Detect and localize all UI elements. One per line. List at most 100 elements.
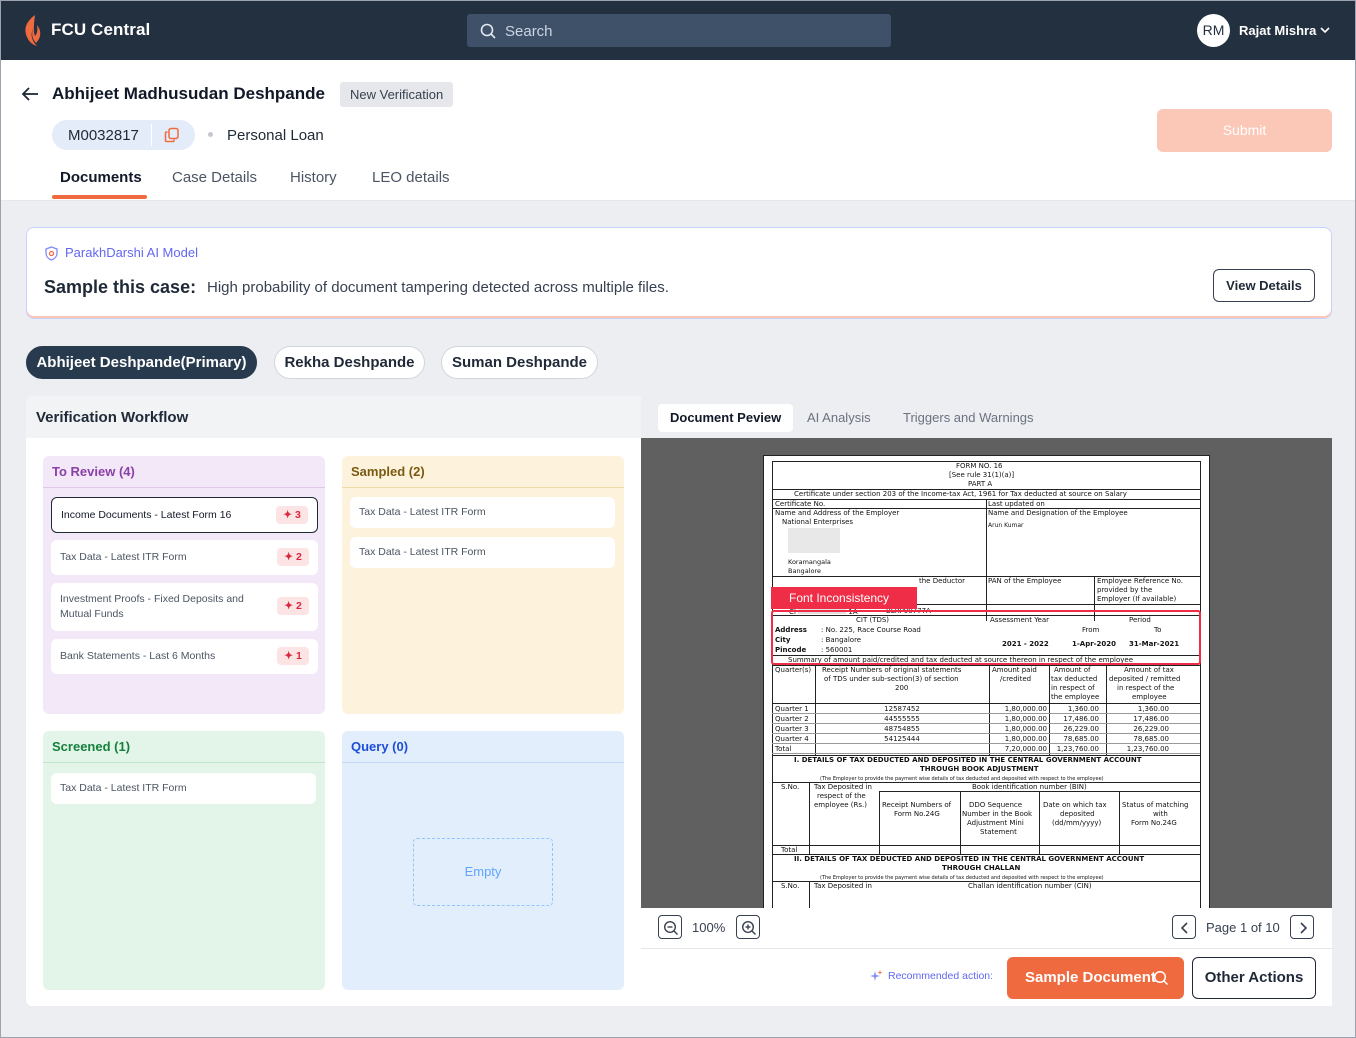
preview-tab-bar: Document Peview AI Analysis Triggers and… [641, 396, 1332, 438]
form-sno2: S.No. [781, 882, 800, 890]
form-bin-c4c: Form No.24G [1131, 819, 1177, 827]
form-bin-c4b: with [1153, 810, 1168, 818]
form-cell: 78,685.00 [1063, 735, 1099, 743]
list-item[interactable]: Tax Data - Latest ITR Form [350, 497, 615, 528]
divider [151, 124, 152, 146]
copy-icon[interactable] [164, 127, 180, 143]
form-cert-no: Certificate No. [775, 500, 826, 508]
badge-count: 2 [295, 600, 302, 612]
card-label: Tax Data - Latest ITR Form [359, 506, 486, 518]
form-tax-dep-b: Tax Deposited in [814, 882, 872, 890]
form-col-amount: Amount paid [992, 666, 1037, 674]
form-cell: 17,486.00 [1063, 715, 1099, 723]
form-col-deposited3: in respect of the [1117, 684, 1175, 692]
form16-page: FORM NO. 16 [See rule 31(1)(a)] PART A C… [763, 455, 1210, 908]
form-col-taxded4: the employee [1051, 693, 1100, 701]
form-cell: 48754855 [884, 725, 920, 733]
form-cell: 54125444 [884, 735, 920, 743]
list-item[interactable]: Bank Statements - Last 6 Months ✦ 1 [51, 639, 318, 674]
zoom-in-icon [741, 920, 756, 935]
form-col-deposited2: deposited / remitted [1109, 675, 1181, 683]
badge-count: 2 [295, 551, 302, 563]
form-cell: Total [775, 745, 792, 753]
list-item[interactable]: Tax Data - Latest ITR Form ✦ 2 [51, 540, 318, 575]
tab-document-preview[interactable]: Document Peview [658, 404, 794, 432]
tab-history[interactable]: History [290, 169, 337, 186]
tab-case-details[interactable]: Case Details [172, 169, 257, 186]
form-bin-c3: Date on which tax [1043, 801, 1107, 809]
zoom-out-button[interactable] [658, 915, 682, 939]
recommended-action-label: Recommended action: [888, 970, 994, 982]
form-col-taxded: Amount of [1054, 666, 1091, 674]
prev-page-button[interactable] [1172, 915, 1196, 939]
form-total: Total [781, 846, 798, 854]
column-title: To Review (4) [43, 456, 325, 488]
app-window: FCU Central Search RM Rajat Mishra Abhij… [0, 0, 1356, 1038]
form-deductor-partial: the Deductor [919, 577, 966, 585]
form-col-taxded3: in respect of [1051, 684, 1095, 692]
applicant-tab-primary[interactable]: Abhijeet Deshpande(Primary) [26, 346, 257, 379]
page-title: Abhijeet Madhusudan Deshpande [52, 84, 325, 103]
form-bin-c3b: deposited [1060, 810, 1095, 818]
status-badge: New Verification [340, 82, 454, 107]
card-label: Tax Data - Latest ITR Form [60, 551, 187, 563]
workflow-title: Verification Workflow [36, 409, 189, 426]
ai-shield-icon [45, 246, 58, 261]
avatar[interactable]: RM [1197, 14, 1230, 47]
form-col-amount2: /credited [1000, 675, 1032, 683]
form-cell: 1,80,000.00 [1004, 715, 1047, 723]
sparkle-icon [870, 970, 883, 981]
form-cell: 26,229.00 [1133, 725, 1169, 733]
form-last-updated: Last updated on [988, 500, 1045, 508]
other-actions-button[interactable]: Other Actions [1192, 957, 1316, 999]
applicant-tab-suman[interactable]: Suman Deshpande [441, 346, 598, 379]
tab-leo-details[interactable]: LEO details [372, 169, 450, 186]
form-cell: 1,360.00 [1137, 705, 1169, 713]
document-viewer[interactable]: FORM NO. 16 [See rule 31(1)(a)] PART A C… [641, 438, 1332, 908]
zoom-in-button[interactable] [736, 915, 760, 939]
submit-button[interactable]: Submit [1157, 109, 1332, 152]
sparkle-icon: ✦ [284, 551, 296, 563]
form-tax-dep2: respect of the [817, 792, 866, 800]
font-inconsistency-flag[interactable]: Font Inconsistency [771, 587, 917, 609]
form-certificate: Certificate under section 203 of the Inc… [794, 490, 1127, 498]
form-cell: 1,360.00 [1067, 705, 1099, 713]
form-col-deposited: Amount of tax [1124, 666, 1174, 674]
form-cell: 7,20,000.00 [1004, 745, 1047, 753]
tab-ai-analysis[interactable]: AI Analysis [795, 404, 883, 432]
form-col-receipt3: 200 [895, 684, 909, 692]
card-label-line2: Mutual Funds [60, 608, 124, 620]
form-emp-ref3: Employer (If available) [1097, 595, 1177, 603]
list-item[interactable]: Tax Data - Latest ITR Form [51, 773, 316, 804]
back-arrow-icon[interactable] [21, 86, 39, 102]
chevron-down-icon[interactable] [1320, 26, 1330, 34]
tab-documents[interactable]: Documents [60, 169, 142, 186]
search-input[interactable]: Search [467, 14, 891, 47]
form-bin: Book identification number (BIN) [972, 783, 1087, 791]
form-section1: I. DETAILS OF TAX DEDUCTED AND DEPOSITED… [794, 756, 1142, 764]
form-part: PART A [968, 480, 993, 488]
form-bin-c1: Receipt Numbers of [882, 801, 952, 809]
list-item[interactable]: Tax Data - Latest ITR Form [350, 537, 615, 568]
ai-alert-banner: ParakhDarshi AI Model Sample this case: … [26, 227, 1332, 319]
ai-banner-message: High probability of document tampering d… [207, 279, 669, 296]
sample-document-button[interactable]: Sample Document [1007, 957, 1184, 999]
next-page-button[interactable] [1290, 915, 1314, 939]
tab-triggers-warnings[interactable]: Triggers and Warnings [891, 404, 1046, 432]
user-name[interactable]: Rajat Mishra [1239, 23, 1316, 38]
form-cell: 1,80,000.00 [1004, 725, 1047, 733]
tamper-highlight-box[interactable] [771, 610, 1201, 665]
empty-dropzone: Empty [413, 838, 553, 906]
card-label: Income Documents - Latest Form 16 [61, 509, 232, 521]
list-item[interactable]: Income Documents - Latest Form 16 ✦ 3 [51, 497, 318, 533]
search-placeholder: Search [505, 23, 553, 40]
zoom-level: 100% [692, 920, 726, 935]
view-details-button[interactable]: View Details [1213, 269, 1315, 302]
applicant-tab-rekha[interactable]: Rekha Deshpande [274, 346, 425, 379]
column-query: Query (0) Empty [342, 731, 624, 990]
column-title: Query (0) [342, 731, 624, 763]
sparkle-icon: ✦ [284, 600, 296, 612]
form-tax-dep3: employee (Rs.) [814, 801, 867, 809]
list-item[interactable]: Investment Proofs - Fixed Deposits and M… [51, 583, 318, 631]
app-title: FCU Central [51, 20, 151, 39]
